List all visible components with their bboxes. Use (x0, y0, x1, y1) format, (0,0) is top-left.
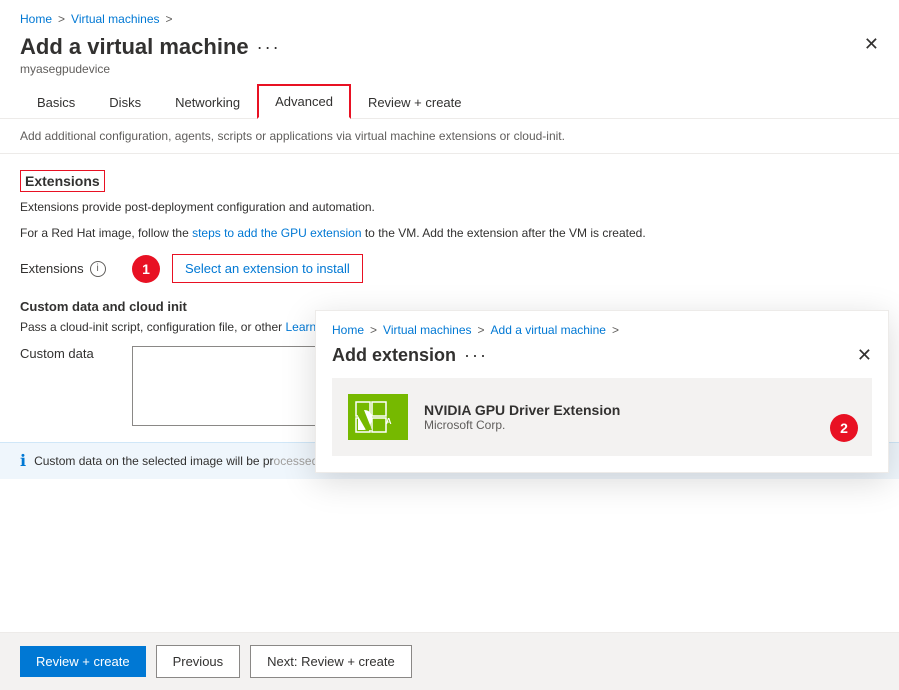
tab-networking[interactable]: Networking (158, 84, 257, 119)
breadcrumb-sep1: > (58, 12, 65, 26)
overlay-breadcrumb-sep2: > (478, 323, 485, 337)
overlay-title: Add extension (332, 345, 456, 366)
breadcrumb: Home > Virtual machines > (0, 0, 899, 30)
page-subtitle: myasegpudevice (20, 62, 281, 76)
page-wrapper: Home > Virtual machines > Add a virtual … (0, 0, 899, 690)
overlay-close-button[interactable]: ✕ (857, 345, 872, 366)
overlay-header: Add extension ··· ✕ (316, 341, 888, 378)
breadcrumb-sep2: > (166, 12, 173, 26)
overlay-breadcrumb-sep1: > (370, 323, 377, 337)
breadcrumb-vm[interactable]: Virtual machines (71, 12, 160, 26)
overlay-breadcrumb-sep3: > (612, 323, 619, 337)
extensions-section-title: Extensions (20, 170, 105, 192)
extension-item-nvidia[interactable]: NVIDIA NVIDIA GPU Driver Extension Micro… (332, 378, 872, 456)
overlay-header-left: Add extension ··· (332, 345, 488, 366)
tab-basics[interactable]: Basics (20, 84, 92, 119)
close-button[interactable]: ✕ (864, 34, 879, 55)
info-bar-icon: ℹ (20, 451, 26, 471)
gpu-extension-link[interactable]: steps to add the GPU extension (192, 226, 361, 240)
step2-badge: 2 (830, 414, 858, 442)
extensions-field-label: Extensions i (20, 261, 120, 277)
header-ellipsis-btn[interactable]: ··· (257, 37, 281, 58)
custom-data-label: Custom data (20, 346, 120, 361)
nvidia-logo: NVIDIA (348, 392, 408, 442)
next-button[interactable]: Next: Review + create (250, 645, 412, 678)
step1-badge: 1 (132, 255, 160, 283)
overlay-breadcrumb-home[interactable]: Home (332, 323, 364, 337)
overlay-breadcrumb: Home > Virtual machines > Add a virtual … (316, 311, 888, 341)
tab-description: Add additional configuration, agents, sc… (0, 119, 899, 154)
review-create-button[interactable]: Review + create (20, 646, 146, 677)
select-extension-button[interactable]: Select an extension to install (172, 254, 363, 283)
page-header: Add a virtual machine ··· myasegpudevice… (0, 30, 899, 84)
extension-info: NVIDIA GPU Driver Extension Microsoft Co… (424, 402, 620, 432)
extension-company: Microsoft Corp. (424, 418, 620, 432)
extensions-section: Extensions Extensions provide post-deplo… (20, 170, 879, 283)
tabs-container: Basics Disks Networking Advanced Review … (0, 84, 899, 119)
footer: Review + create Previous Next: Review + … (0, 632, 899, 690)
tab-advanced[interactable]: Advanced (257, 84, 351, 119)
extensions-info-icon[interactable]: i (90, 261, 106, 277)
previous-button[interactable]: Previous (156, 645, 241, 678)
overlay-panel: Home > Virtual machines > Add a virtual … (315, 310, 889, 473)
page-header-left: Add a virtual machine ··· myasegpudevice (20, 34, 281, 76)
overlay-ellipsis-btn[interactable]: ··· (464, 345, 488, 366)
page-title: Add a virtual machine ··· (20, 34, 281, 60)
breadcrumb-home[interactable]: Home (20, 12, 52, 26)
tab-review-create[interactable]: Review + create (351, 84, 479, 119)
extensions-desc1: Extensions provide post-deployment confi… (20, 198, 879, 216)
extension-name: NVIDIA GPU Driver Extension (424, 402, 620, 418)
overlay-breadcrumb-add-vm[interactable]: Add a virtual machine (491, 323, 606, 337)
overlay-breadcrumb-vm[interactable]: Virtual machines (383, 323, 472, 337)
extensions-desc2: For a Red Hat image, follow the steps to… (20, 224, 879, 242)
tab-disks[interactable]: Disks (92, 84, 158, 119)
extensions-row: Extensions i 1 Select an extension to in… (20, 254, 879, 283)
